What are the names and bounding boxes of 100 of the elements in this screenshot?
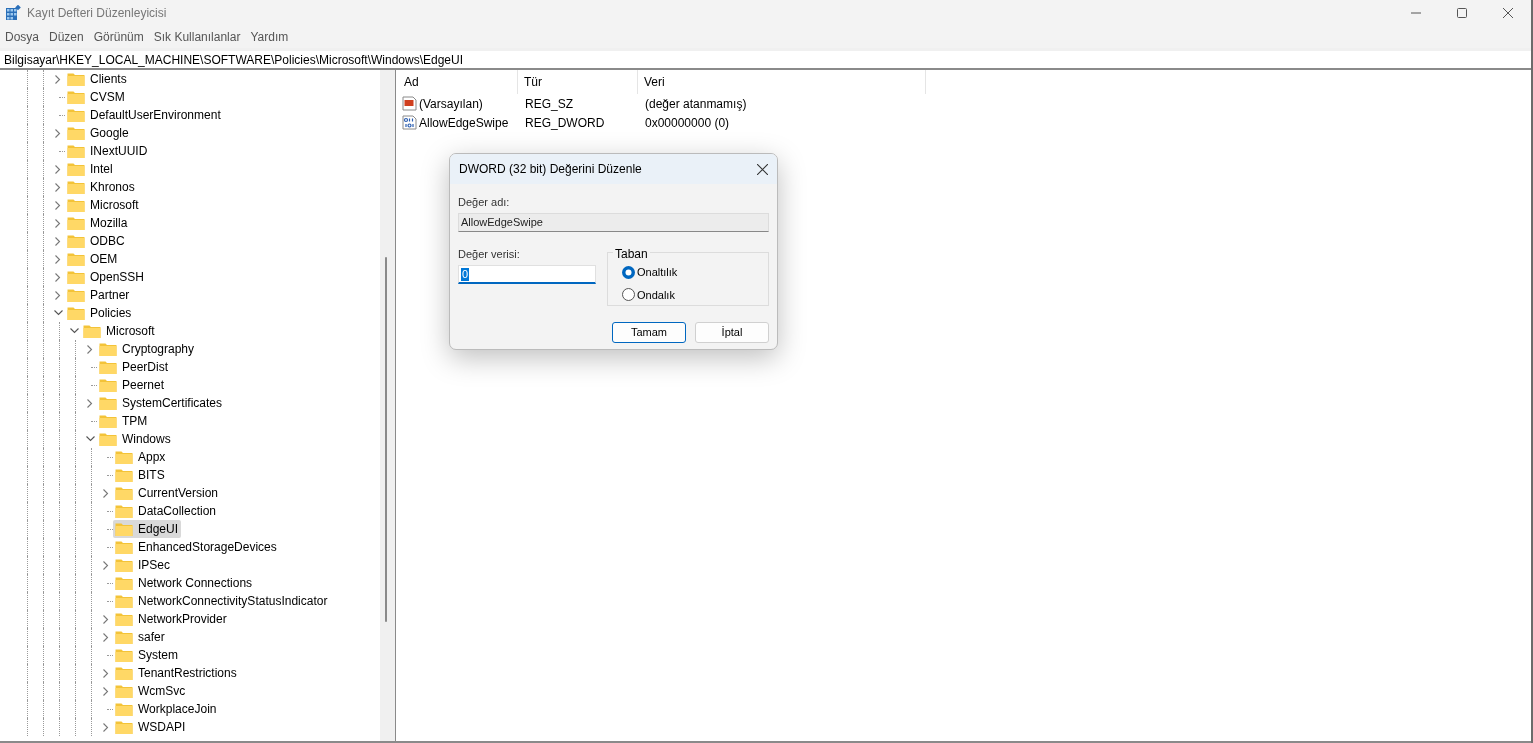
folder-icon (115, 683, 133, 699)
chevron-right-icon[interactable] (54, 182, 63, 192)
chevron-down-icon[interactable] (86, 434, 95, 444)
tree-item[interactable]: NetworkProvider (113, 610, 230, 628)
chevron-right-icon[interactable] (54, 218, 63, 228)
chevron-right-icon[interactable] (102, 488, 111, 498)
chevron-right-icon[interactable] (54, 164, 63, 174)
tree-item[interactable]: Windows (97, 430, 174, 448)
radio-label[interactable]: Ondalık (637, 286, 675, 303)
tree-item[interactable]: CVSM (65, 88, 128, 106)
tree-item[interactable]: DataCollection (113, 502, 220, 520)
folder-icon (67, 71, 85, 87)
chevron-right-icon[interactable] (54, 74, 63, 84)
tree-item[interactable]: Microsoft (65, 196, 142, 214)
ok-button[interactable]: Tamam (612, 322, 686, 343)
folder-icon (99, 431, 117, 447)
close-button[interactable] (755, 162, 769, 176)
chevron-right-icon[interactable] (54, 200, 63, 210)
chevron-right-icon[interactable] (54, 128, 63, 138)
chevron-right-icon[interactable] (102, 722, 111, 732)
folder-icon (115, 539, 133, 555)
tree-item[interactable]: BITS (113, 466, 168, 484)
tree-item[interactable]: Google (65, 124, 132, 142)
tree-item[interactable]: WSDAPI (113, 718, 189, 736)
chevron-right-icon[interactable] (86, 398, 95, 408)
close-icon (1503, 8, 1513, 18)
folder-icon (115, 701, 133, 717)
radio-label[interactable]: Onaltılık (637, 264, 678, 281)
scrollbar[interactable] (380, 70, 392, 741)
folder-icon (115, 719, 133, 735)
tree-item[interactable]: OpenSSH (65, 268, 148, 286)
tree-item[interactable]: Mozilla (65, 214, 131, 232)
tree-item[interactable]: Intel (65, 160, 116, 178)
chevron-right-icon[interactable] (54, 254, 63, 264)
radio-button[interactable] (622, 265, 635, 279)
tree-item[interactable]: SystemCertificates (97, 394, 226, 412)
tree-item[interactable]: safer (113, 628, 168, 646)
tree-item[interactable]: Microsoft (81, 322, 158, 340)
menu-item[interactable]: Düzen (44, 28, 89, 46)
string-value-icon (402, 96, 417, 111)
tree-item[interactable]: Appx (113, 448, 169, 466)
tree-item[interactable]: Cryptography (97, 340, 198, 358)
folder-icon (115, 629, 133, 645)
chevron-right-icon[interactable] (86, 344, 95, 354)
tree-item[interactable]: DefaultUserEnvironment (65, 106, 224, 124)
tree-item[interactable]: NetworkConnectivityStatusIndicator (113, 592, 331, 610)
value-data-field[interactable]: 0 (458, 265, 596, 284)
tree-item[interactable]: IPSec (113, 556, 173, 574)
tree-item[interactable]: EdgeUI (113, 520, 182, 538)
chevron-right-icon[interactable] (102, 632, 111, 642)
chevron-right-icon[interactable] (54, 236, 63, 246)
menu-item[interactable]: Dosya (0, 28, 44, 46)
column-header[interactable]: Veri (644, 73, 665, 91)
tree-item[interactable]: WcmSvc (113, 682, 189, 700)
tree-item[interactable]: INextUUID (65, 142, 151, 160)
value-name[interactable]: AllowEdgeSwipe (419, 113, 509, 132)
tree-item[interactable]: TenantRestrictions (113, 664, 240, 682)
folder-icon (67, 179, 85, 195)
tree-item[interactable]: Clients (65, 70, 130, 88)
tree-item[interactable]: PeerDist (97, 358, 171, 376)
tree-item[interactable]: ODBC (65, 232, 128, 250)
menu-item[interactable]: Sık Kullanılanlar (148, 28, 246, 46)
tree-item[interactable]: Khronos (65, 178, 138, 196)
radio-button[interactable] (622, 288, 635, 302)
tree-item[interactable]: TPM (97, 412, 151, 430)
table-cell: REG_SZ (525, 96, 573, 111)
chevron-right-icon[interactable] (54, 272, 63, 282)
table-cell: 0x00000000 (0) (645, 115, 730, 130)
folder-icon (67, 287, 85, 303)
folder-icon (115, 575, 133, 591)
tree-item[interactable]: OEM (65, 250, 121, 268)
folder-icon (115, 665, 133, 681)
tree-item[interactable]: Policies (65, 304, 135, 322)
chevron-right-icon[interactable] (102, 686, 111, 696)
folder-icon (99, 377, 117, 393)
column-header[interactable]: Ad (404, 73, 419, 91)
chevron-down-icon[interactable] (54, 308, 63, 318)
chevron-right-icon[interactable] (54, 290, 63, 300)
column-header[interactable]: Tür (524, 73, 542, 91)
menu-item[interactable]: Yardım (245, 28, 294, 46)
chevron-right-icon[interactable] (102, 668, 111, 678)
folder-icon (115, 485, 133, 501)
folder-icon (67, 89, 85, 105)
tree-item[interactable]: Network Connections (113, 574, 256, 592)
menu-item[interactable]: Görünüm (88, 28, 149, 46)
tree-item[interactable]: CurrentVersion (113, 484, 222, 502)
tree-item[interactable]: WorkplaceJoin (113, 700, 220, 718)
cancel-button[interactable]: İptal (695, 322, 769, 343)
folder-icon (99, 413, 117, 429)
address-bar[interactable]: Bilgisayar\HKEY_LOCAL_MACHINE\SOFTWARE\Policies\Microsoft\Windows\EdgeUI (0, 50, 464, 69)
tree-item[interactable]: System (113, 646, 181, 664)
folder-icon (115, 611, 133, 627)
value-name[interactable]: (Varsayılan) (419, 94, 483, 113)
chevron-right-icon[interactable] (102, 614, 111, 624)
tree-item[interactable]: EnhancedStorageDevices (113, 538, 280, 556)
chevron-right-icon[interactable] (102, 560, 111, 570)
close-icon (756, 163, 768, 175)
tree-item[interactable]: Partner (65, 286, 133, 304)
tree-item[interactable]: Peernet (97, 376, 168, 394)
chevron-down-icon[interactable] (70, 326, 79, 336)
